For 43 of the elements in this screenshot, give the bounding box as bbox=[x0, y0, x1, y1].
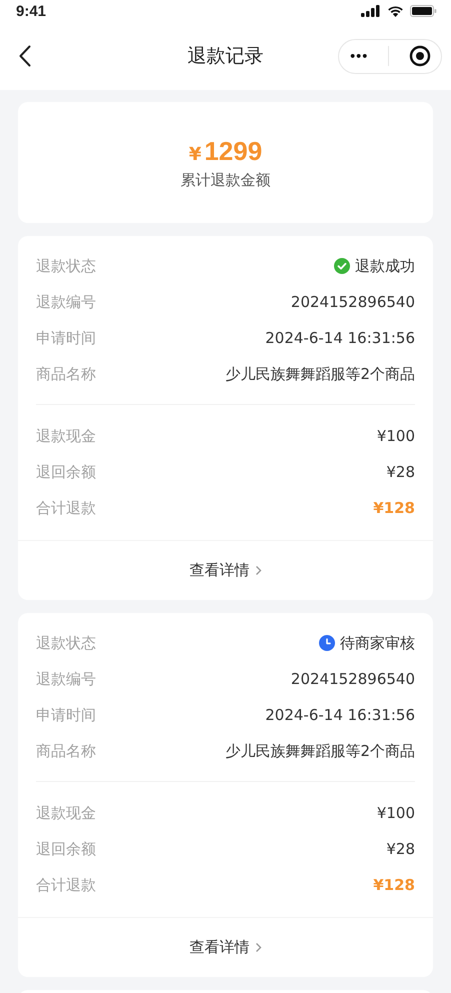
target-icon[interactable] bbox=[408, 45, 431, 67]
field-value: 少儿民族舞舞蹈服等2个商品 bbox=[225, 742, 415, 760]
page-title: 退款记录 bbox=[186, 44, 264, 69]
field-value: 2024152896540 bbox=[290, 670, 415, 688]
field-value: 2024152896540 bbox=[290, 293, 415, 311]
field-value: 2024-6-14 16:31:56 bbox=[265, 329, 415, 347]
battery-icon bbox=[410, 5, 437, 17]
view-details-link[interactable]: 查看详情 bbox=[190, 561, 262, 580]
field-label: 商品名称 bbox=[36, 742, 96, 760]
field-label: 退款现金 bbox=[36, 426, 96, 446]
field-value: 少儿民族舞舞蹈服等2个商品 bbox=[225, 364, 415, 384]
field-label: 退回余额 bbox=[36, 462, 96, 482]
currency-sign: ¥ bbox=[188, 144, 202, 164]
amount-value: ¥128 bbox=[373, 876, 415, 894]
field-label: 退款状态 bbox=[36, 634, 96, 652]
field-label: 退回余额 bbox=[36, 840, 96, 858]
more-button[interactable]: ••• bbox=[349, 50, 368, 62]
chevron-icon bbox=[254, 565, 262, 576]
total-refund-amount: 1299 bbox=[204, 136, 262, 166]
back-icon[interactable] bbox=[19, 45, 31, 67]
signal-icon bbox=[361, 5, 381, 17]
field-label: 商品名称 bbox=[36, 364, 96, 384]
status-text: 退款成功 bbox=[355, 256, 415, 276]
amount-value: ¥28 bbox=[386, 840, 415, 858]
status-time: 9:41 bbox=[16, 2, 46, 20]
amount-value: ¥100 bbox=[376, 427, 415, 445]
amount-value: ¥128 bbox=[373, 499, 415, 517]
field-label: 申请时间 bbox=[36, 706, 96, 724]
field-label: 合计退款 bbox=[36, 498, 96, 518]
field-label: 退款状态 bbox=[36, 256, 96, 276]
field-label: 申请时间 bbox=[36, 328, 96, 348]
total-refund-label: 累计退款金额 bbox=[180, 170, 270, 190]
amount-value: ¥28 bbox=[386, 463, 415, 481]
field-label: 退款现金 bbox=[36, 804, 96, 822]
chevron-icon bbox=[254, 942, 262, 953]
wifi-icon bbox=[387, 5, 404, 17]
status-text: 待商家审核 bbox=[340, 634, 415, 652]
view-details-link[interactable]: 查看详情 bbox=[190, 938, 262, 957]
amount-value: ¥100 bbox=[376, 804, 415, 822]
field-value: 2024-6-14 16:31:56 bbox=[265, 706, 415, 724]
field-label: 退款编号 bbox=[36, 670, 96, 688]
field-label: 退款编号 bbox=[36, 292, 96, 312]
field-label: 合计退款 bbox=[36, 876, 96, 894]
